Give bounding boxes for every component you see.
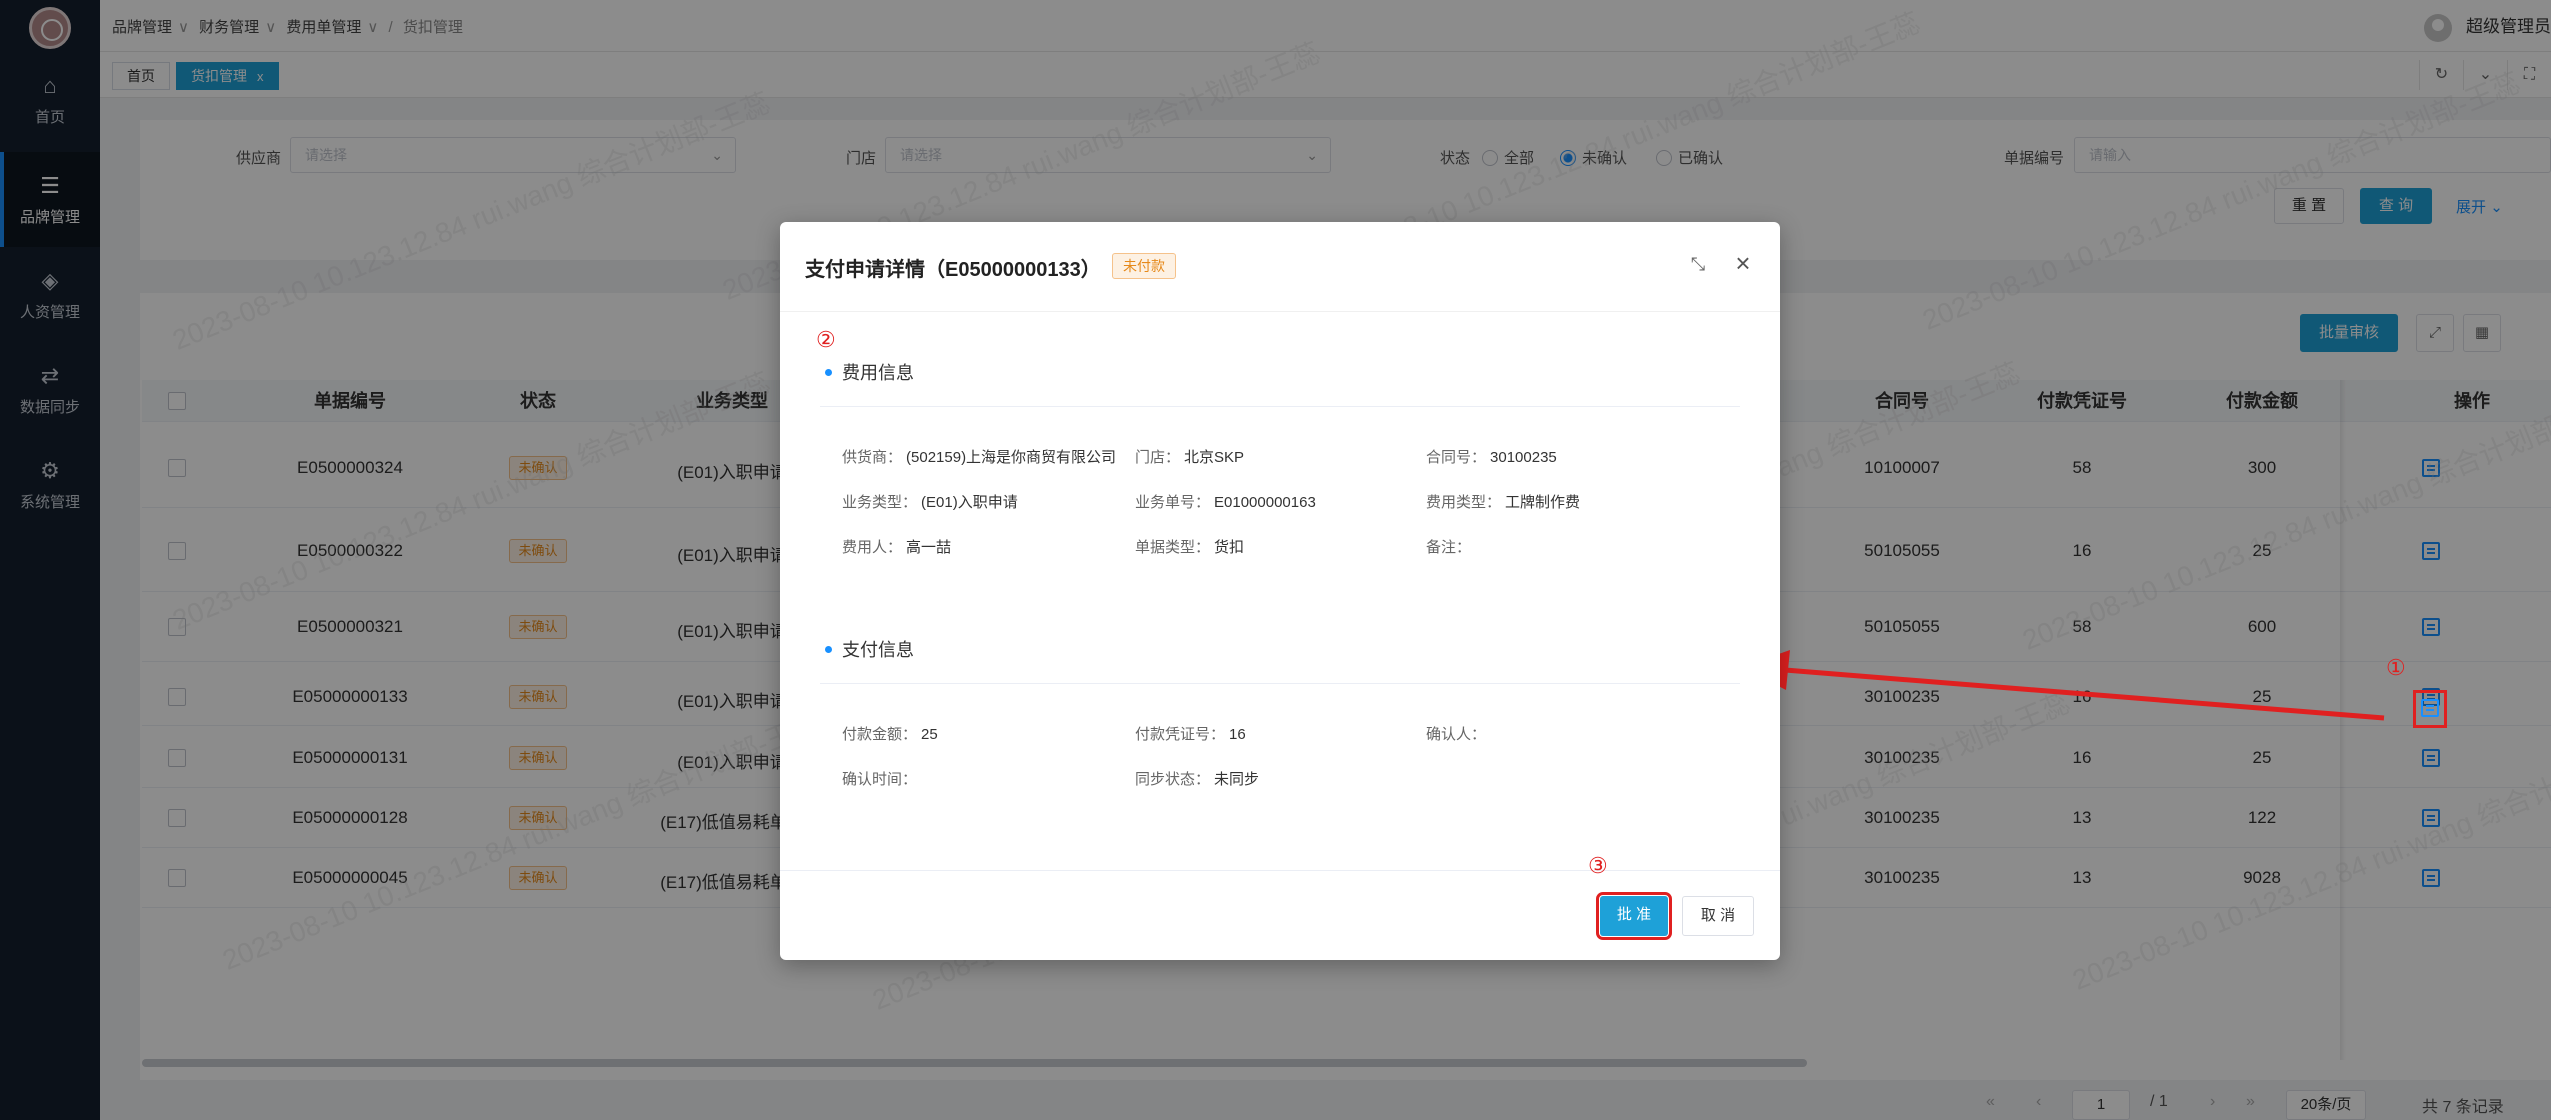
field-value: E01000000163 — [1214, 494, 1316, 511]
field-label: 备注： — [1426, 539, 1472, 556]
field-biz-no: 业务单号： E01000000163 — [1135, 491, 1316, 512]
field-contract: 合同号： 30100235 — [1426, 446, 1557, 467]
modal-footer-divider — [780, 870, 1780, 871]
field-value: 25 — [921, 726, 938, 743]
field-value: 货扣 — [1214, 539, 1245, 556]
field-value: (E01)入职申请 — [921, 494, 1018, 511]
field-label: 确认时间： — [842, 771, 918, 788]
cancel-button[interactable]: 取 消 — [1682, 896, 1754, 936]
field-value: 30100235 — [1490, 449, 1557, 466]
field-label: 业务类型： — [842, 494, 918, 511]
field-store: 门店： 北京SKP — [1135, 446, 1244, 467]
field-value: 工牌制作费 — [1505, 494, 1581, 511]
field-payer: 费用人： 高一喆 — [842, 536, 951, 557]
field-value: 高一喆 — [906, 539, 952, 556]
field-sync-status: 同步状态： 未同步 — [1135, 768, 1259, 789]
field-label: 付款金额： — [842, 726, 918, 743]
section-bullet — [825, 646, 832, 653]
field-remark: 备注： — [1426, 536, 1475, 557]
field-label: 费用类型： — [1426, 494, 1502, 511]
field-value: 16 — [1229, 726, 1246, 743]
status-badge: 未付款 — [1112, 253, 1176, 279]
field-label: 付款凭证号： — [1135, 726, 1226, 743]
field-biz-type: 业务类型： (E01)入职申请 — [842, 491, 1018, 512]
payment-detail-modal: 支付申请详情（E05000000133） 未付款 ⤡ × ② 费用信息 供货商：… — [780, 222, 1780, 960]
field-label: 门店： — [1135, 449, 1181, 466]
field-label: 单据类型： — [1135, 539, 1211, 556]
field-label: 合同号： — [1426, 449, 1487, 466]
field-label: 业务单号： — [1135, 494, 1211, 511]
field-label: 确认人： — [1426, 726, 1487, 743]
field-confirm-time: 确认时间： — [842, 768, 921, 789]
section-bullet — [825, 369, 832, 376]
maximize-icon[interactable]: ⤡ — [1686, 252, 1710, 276]
close-icon[interactable]: × — [1730, 250, 1756, 276]
field-voucher: 付款凭证号： 16 — [1135, 723, 1246, 744]
field-confirmer: 确认人： — [1426, 723, 1490, 744]
field-pay-amount: 付款金额： 25 — [842, 723, 938, 744]
step-marker-3: ③ — [1588, 854, 1608, 879]
section-title-payment: 支付信息 — [842, 640, 914, 660]
modal-title: 支付申请详情（E05000000133） — [805, 259, 1101, 281]
field-label: 费用人： — [842, 539, 903, 556]
modal-header: 支付申请详情（E05000000133） 未付款 ⤡ × — [780, 222, 1780, 312]
field-value: 未同步 — [1214, 771, 1260, 788]
field-label: 供货商： — [842, 449, 903, 466]
field-supplier: 供货商： (502159)上海是你商贸有限公司 — [842, 446, 1116, 467]
section-title-fees: 费用信息 — [842, 363, 914, 383]
divider — [820, 683, 1740, 684]
step-marker-2: ② — [816, 328, 836, 353]
field-value: (502159)上海是你商贸有限公司 — [906, 449, 1117, 466]
field-value: 北京SKP — [1184, 449, 1245, 466]
field-label: 同步状态： — [1135, 771, 1211, 788]
divider — [820, 406, 1740, 407]
field-doc-type: 单据类型： 货扣 — [1135, 536, 1244, 557]
approve-button[interactable]: 批 准 — [1596, 892, 1672, 940]
field-fee-type: 费用类型： 工牌制作费 — [1426, 491, 1580, 512]
